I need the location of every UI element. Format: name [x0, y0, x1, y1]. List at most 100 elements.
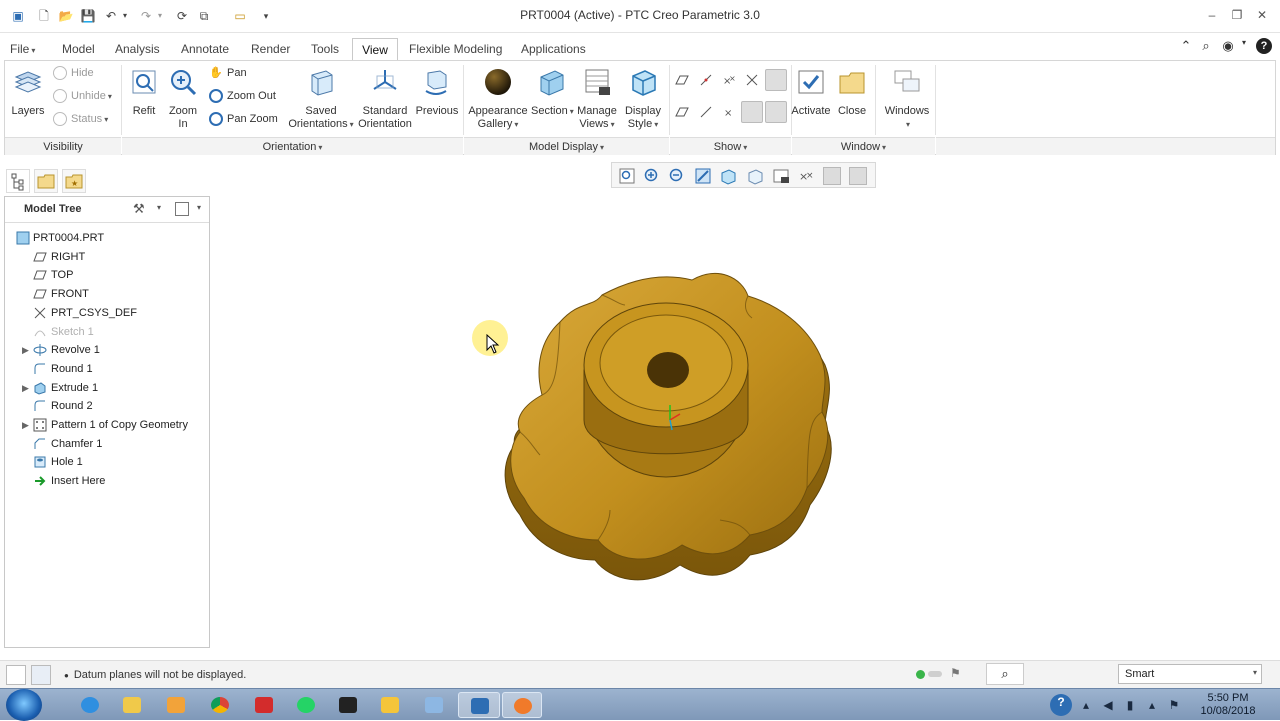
- axis-display-icon[interactable]: [697, 71, 715, 89]
- windows-button[interactable]: Windows ▾: [879, 67, 935, 131]
- view-manager-icon[interactable]: [772, 167, 790, 185]
- tab-render[interactable]: Render: [245, 38, 296, 60]
- activate-button[interactable]: Activate: [791, 67, 831, 118]
- plane-display-icon[interactable]: [673, 71, 691, 89]
- tab-model[interactable]: Model: [56, 38, 101, 60]
- manage-views-button[interactable]: Manage Views ▾: [573, 67, 621, 131]
- tab-analysis[interactable]: Analysis: [109, 38, 166, 60]
- taskbar-app[interactable]: [330, 692, 366, 718]
- find-binoculars-icon[interactable]: ⌕: [986, 663, 1024, 685]
- minimize-button[interactable]: –: [1202, 8, 1222, 24]
- display-style-button[interactable]: Display Style ▾: [621, 67, 665, 131]
- community-dropdown-icon[interactable]: ▾: [1236, 38, 1252, 54]
- folder-browser-tab[interactable]: [34, 169, 58, 193]
- flag-tray-icon[interactable]: ⚑: [1166, 697, 1182, 713]
- expand-arrow-icon[interactable]: ▶: [22, 341, 32, 359]
- display-style-icon[interactable]: [719, 167, 737, 185]
- network-icon[interactable]: ▴: [1144, 697, 1160, 713]
- flag-icon[interactable]: ⚑: [950, 666, 961, 680]
- show-hidden-icons[interactable]: ▴: [1078, 697, 1094, 713]
- spin-center-toggle[interactable]: [849, 167, 867, 185]
- previous-button[interactable]: Previous: [415, 67, 459, 118]
- expand-arrow-icon[interactable]: ▶: [22, 379, 32, 397]
- clock[interactable]: 5:50 PM 10/08/2018: [1196, 692, 1260, 718]
- taskbar-whatsapp[interactable]: [288, 692, 324, 718]
- model-viewport[interactable]: [480, 260, 860, 600]
- taskbar-keyboard[interactable]: [416, 692, 452, 718]
- taskbar-explorer[interactable]: [114, 692, 150, 718]
- search-icon[interactable]: ⌕: [1198, 38, 1214, 54]
- battery-icon[interactable]: ▮: [1122, 697, 1138, 713]
- hide-button[interactable]: Hide: [53, 66, 94, 81]
- status-button[interactable]: Status ▾: [53, 112, 108, 127]
- taskbar-creo[interactable]: [502, 692, 542, 718]
- tab-applications[interactable]: Applications: [515, 38, 592, 60]
- help-icon[interactable]: ?: [1256, 38, 1272, 54]
- pan-button[interactable]: ✋ Pan: [209, 66, 247, 80]
- taskbar-creo-window[interactable]: [458, 692, 500, 718]
- restore-button[interactable]: ❐: [1227, 8, 1247, 24]
- start-button[interactable]: [6, 689, 42, 721]
- tree-settings-dropdown-icon[interactable]: ▾: [157, 203, 161, 212]
- group-separator: [935, 65, 936, 135]
- zoom-out-icon[interactable]: [668, 167, 686, 185]
- tab-flexible-modeling[interactable]: Flexible Modeling: [403, 38, 508, 60]
- collapse-ribbon-icon[interactable]: ⌃: [1178, 38, 1194, 54]
- browser-toggle-icon[interactable]: [31, 665, 51, 685]
- point-tag-display-icon[interactable]: ×: [720, 103, 738, 121]
- pan-zoom-button[interactable]: Pan Zoom: [209, 112, 278, 127]
- layers-button[interactable]: Layers: [9, 67, 47, 118]
- taskbar-internet-explorer[interactable]: [72, 692, 108, 718]
- csys-display-icon[interactable]: [743, 71, 761, 89]
- group-separator: [875, 65, 876, 135]
- refit-icon[interactable]: [618, 167, 636, 185]
- community-icon[interactable]: ◉: [1220, 38, 1236, 54]
- tab-tools[interactable]: Tools: [305, 38, 345, 60]
- zoom-in-button[interactable]: Zoom In: [163, 67, 203, 131]
- repaint-icon[interactable]: [694, 167, 712, 185]
- tree-settings-icon[interactable]: ⚒: [133, 201, 149, 219]
- axis-tag-display-icon[interactable]: [697, 103, 715, 121]
- tree-columns-icon[interactable]: [175, 202, 189, 216]
- zoom-in-icon[interactable]: [643, 167, 661, 185]
- selection-filter-select[interactable]: Smart ▾: [1118, 664, 1262, 684]
- tab-annotate[interactable]: Annotate: [175, 38, 235, 60]
- saved-orientations-icon[interactable]: [746, 167, 764, 185]
- taskbar-sticky[interactable]: [372, 692, 408, 718]
- navigator-toggle-icon[interactable]: [6, 665, 26, 685]
- point-display-icon[interactable]: ××: [720, 71, 738, 89]
- pan-label: Pan: [227, 67, 247, 79]
- close-model-button[interactable]: Close: [833, 67, 871, 118]
- tab-file[interactable]: File ▾: [4, 38, 42, 60]
- taskbar-media-player[interactable]: [158, 692, 194, 718]
- model-tree-tab[interactable]: [6, 169, 30, 193]
- clock-time: 5:50 PM: [1207, 692, 1249, 704]
- appearance-gallery-button[interactable]: Appearance Gallery ▾: [467, 67, 529, 131]
- model-display-group-label[interactable]: Model Display ▾: [464, 137, 669, 155]
- csys-tag-display-toggle[interactable]: [741, 101, 763, 123]
- annotation-display-toggle[interactable]: [823, 167, 841, 185]
- plane-tag-display-icon[interactable]: [673, 103, 691, 121]
- tree-columns-dropdown-icon[interactable]: ▾: [197, 203, 201, 212]
- ie-icon: [81, 697, 99, 713]
- saved-orientations-button[interactable]: Saved Orientations ▾: [285, 67, 357, 131]
- refit-button[interactable]: Refit: [127, 67, 161, 118]
- close-button[interactable]: ✕: [1252, 8, 1272, 24]
- orientation-group-label[interactable]: Orientation ▾: [122, 137, 463, 155]
- datum-display-filter-icon[interactable]: ××: [798, 167, 816, 185]
- spin-center-display-toggle[interactable]: [765, 101, 787, 123]
- help-tray-icon[interactable]: ?: [1050, 694, 1072, 716]
- zoom-out-button[interactable]: Zoom Out: [209, 89, 276, 104]
- unhide-button[interactable]: Unhide ▾: [53, 89, 112, 104]
- favorites-tab[interactable]: ★: [62, 169, 86, 193]
- standard-orientation-button[interactable]: Standard Orientation: [357, 67, 413, 131]
- taskbar-chrome[interactable]: [202, 692, 238, 718]
- tab-view[interactable]: View: [352, 38, 398, 60]
- annotation-display-toggle[interactable]: [765, 69, 787, 91]
- window-group-label[interactable]: Window ▾: [792, 137, 935, 155]
- expand-arrow-icon[interactable]: ▶: [22, 416, 32, 434]
- volume-icon[interactable]: ◀: [1100, 697, 1116, 713]
- show-group-label[interactable]: Show ▾: [670, 137, 791, 155]
- section-button[interactable]: Section ▾: [531, 67, 574, 118]
- taskbar-acrobat[interactable]: [246, 692, 282, 718]
